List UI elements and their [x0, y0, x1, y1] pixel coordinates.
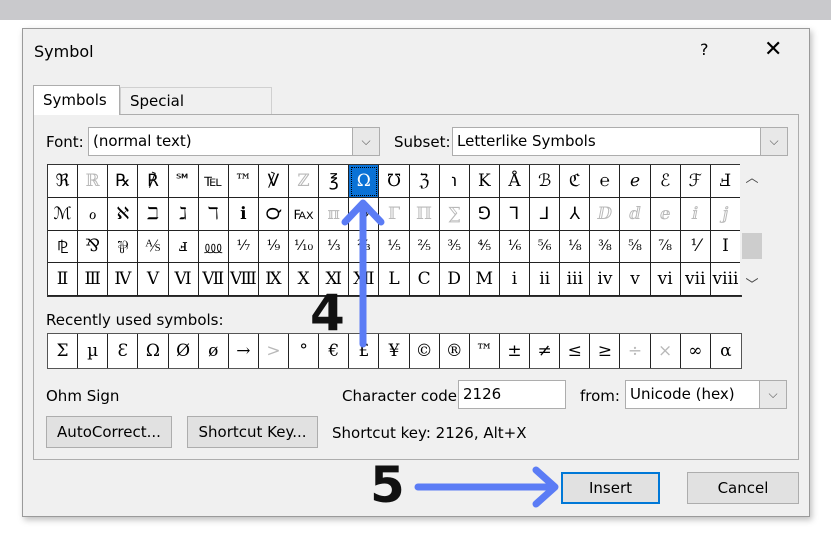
tab-symbols[interactable]: Symbols — [33, 85, 120, 115]
arrow-right-icon — [414, 466, 559, 508]
arrow-up-icon — [341, 199, 385, 348]
annotation-arrows — [341, 199, 559, 508]
